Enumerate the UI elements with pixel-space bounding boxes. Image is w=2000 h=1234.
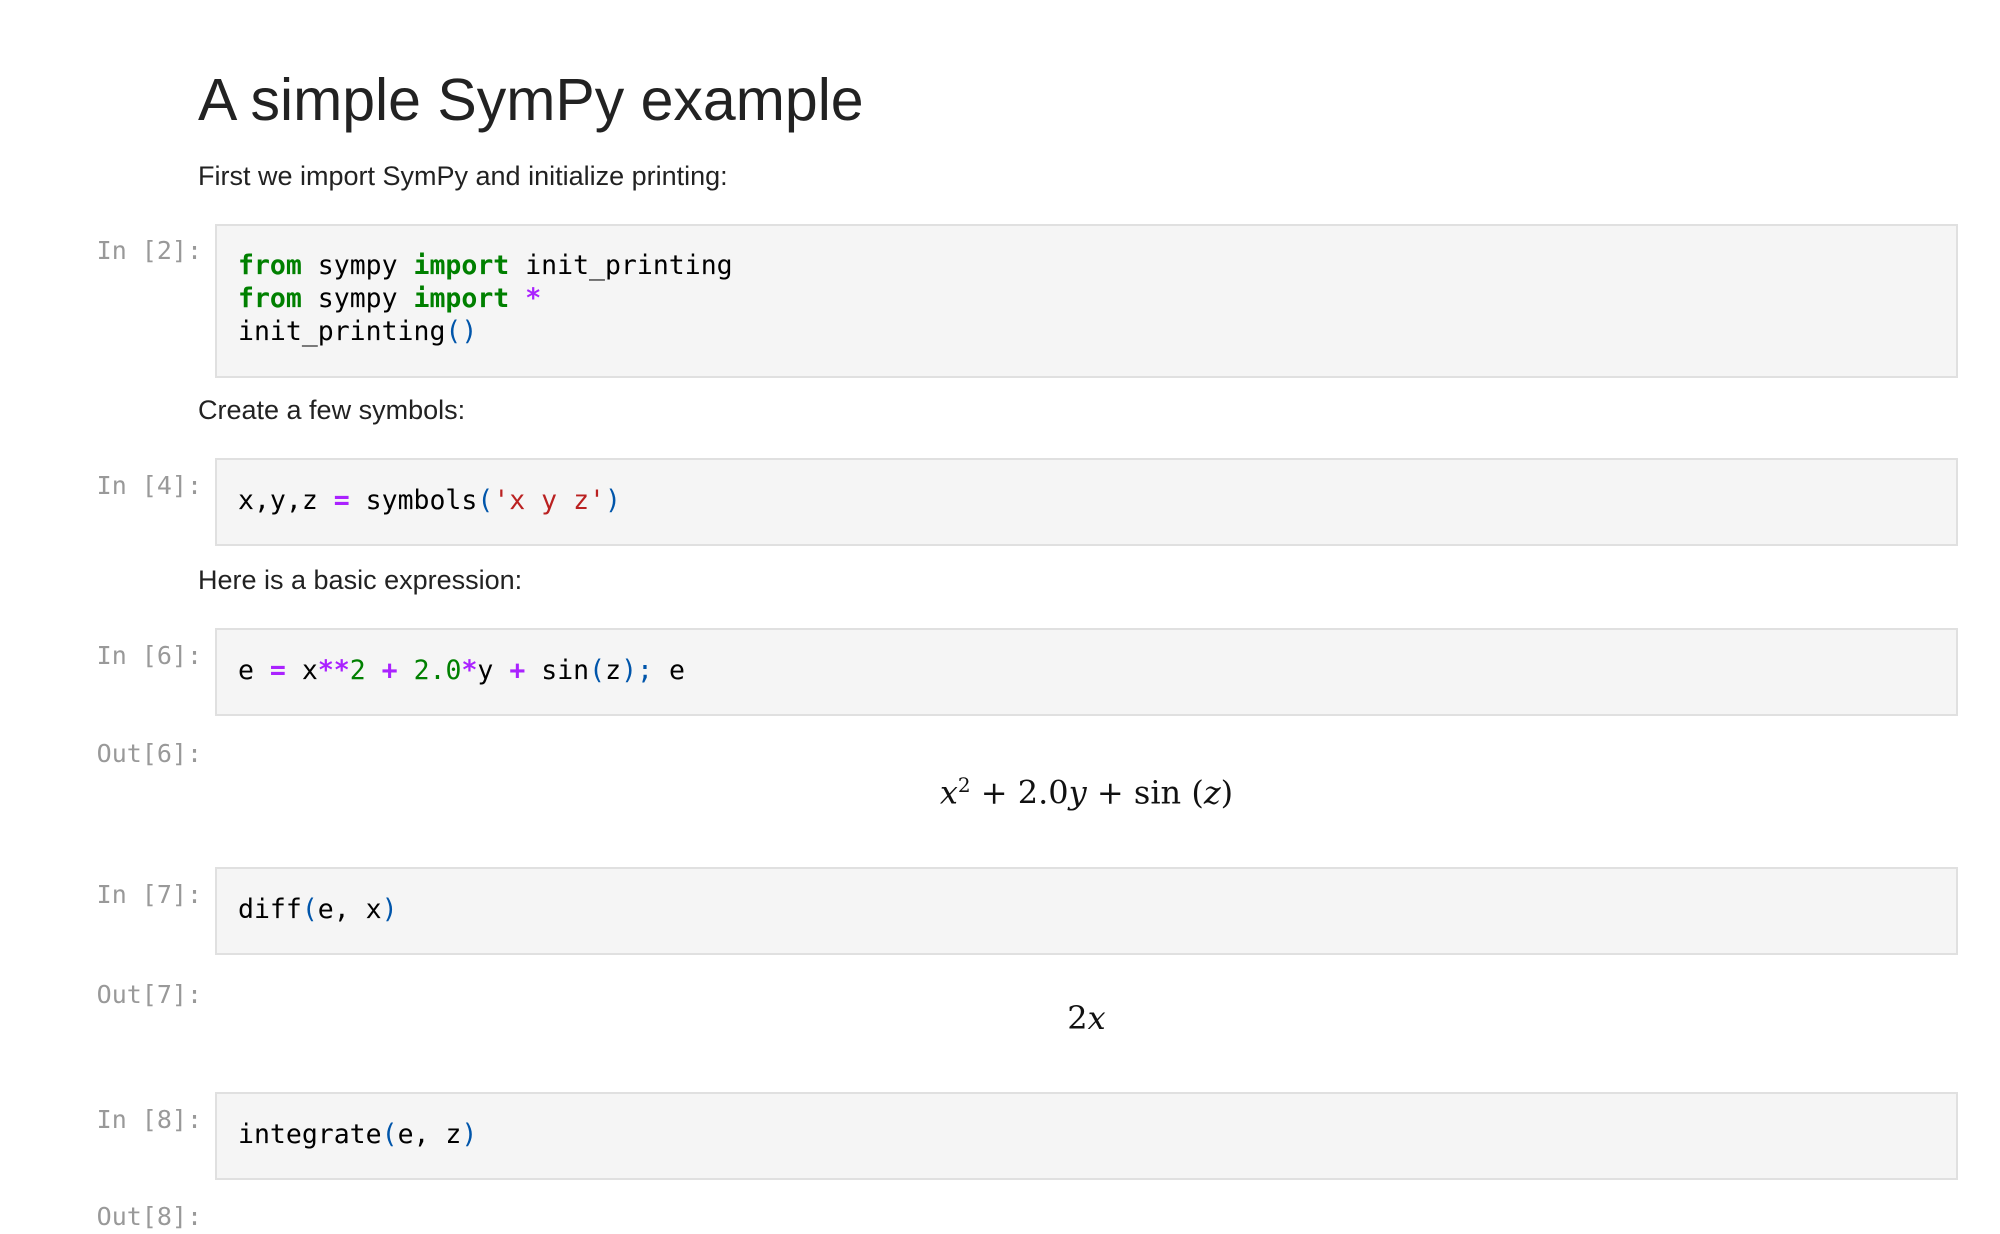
code-line: from sympy import init_printing bbox=[238, 250, 733, 281]
markdown-intro: First we import SymPy and initialize pri… bbox=[198, 161, 728, 191]
code-line: e = x**2 + 2.0*y + sin(z); e bbox=[238, 655, 685, 686]
page-title: A simple SymPy example bbox=[198, 67, 864, 133]
input-prompt-2: In [2]: bbox=[96, 236, 202, 265]
markdown-expression: Here is a basic expression: bbox=[198, 565, 523, 595]
code-cell-2[interactable]: from sympy import init_printing from sym… bbox=[215, 224, 1958, 378]
code-line: diff(e, x) bbox=[238, 894, 398, 925]
output-prompt-6: Out[6]: bbox=[96, 739, 202, 768]
code-line: integrate(e, z) bbox=[238, 1119, 478, 1150]
code-cell-6[interactable]: e = x**2 + 2.0*y + sin(z); e bbox=[215, 628, 1958, 716]
code-line: x,y,z = symbols('x y z') bbox=[238, 485, 621, 516]
code-cell-7[interactable]: diff(e, x) bbox=[215, 867, 1958, 955]
output-prompt-7: Out[7]: bbox=[96, 980, 202, 1009]
output-math-6: x2 + 2.0y + sin (z) bbox=[939, 773, 1234, 812]
input-prompt-8: In [8]: bbox=[96, 1105, 202, 1134]
notebook: A simple SymPy example First we import S… bbox=[0, 0, 2000, 1231]
code-cell-8[interactable]: integrate(e, z) bbox=[215, 1092, 1958, 1180]
markdown-symbols: Create a few symbols: bbox=[198, 395, 466, 425]
code-line: init_printing() bbox=[238, 316, 478, 347]
output-prompt-8: Out[8]: bbox=[96, 1202, 202, 1231]
output-math-7: 2x bbox=[1067, 999, 1106, 1037]
input-prompt-6: In [6]: bbox=[96, 641, 202, 670]
code-cell-4[interactable]: x,y,z = symbols('x y z') bbox=[215, 458, 1958, 546]
input-prompt-7: In [7]: bbox=[96, 880, 202, 909]
input-prompt-4: In [4]: bbox=[96, 471, 202, 500]
code-line: from sympy import * bbox=[238, 283, 542, 314]
